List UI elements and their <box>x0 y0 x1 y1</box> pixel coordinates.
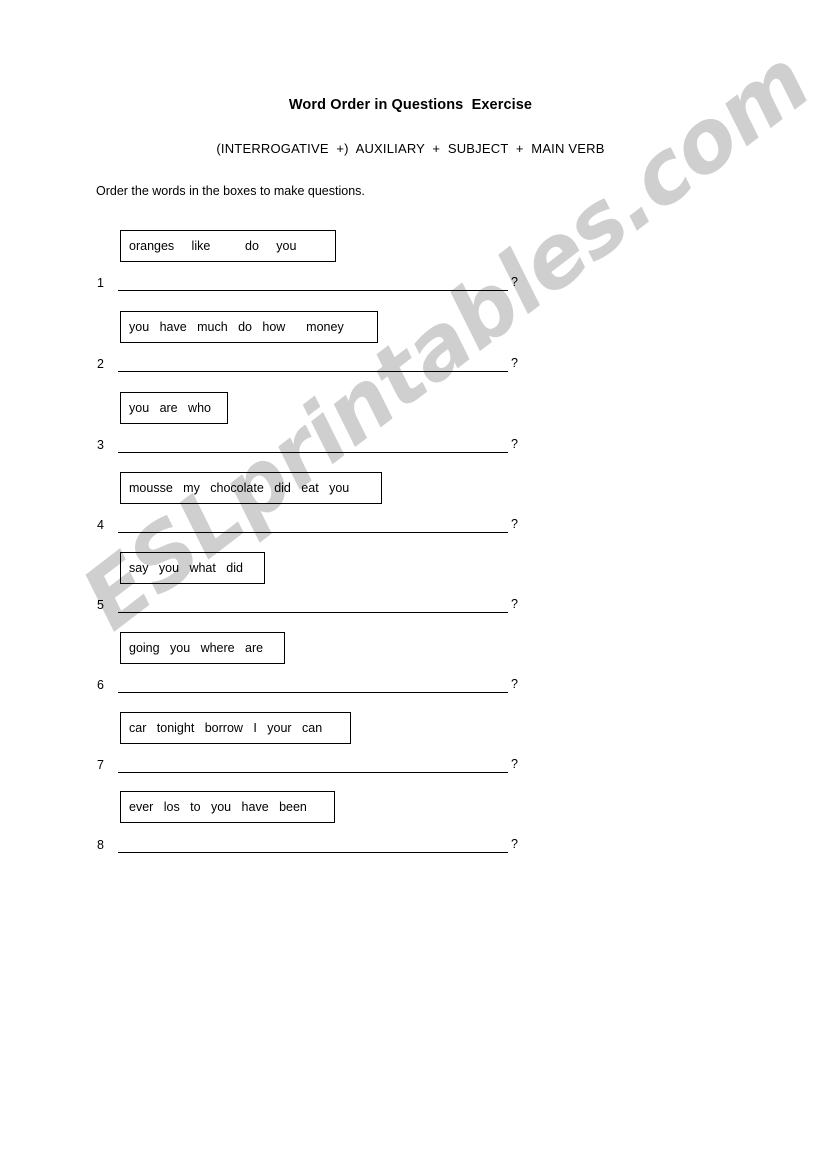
word-box: oranges like do you <box>120 230 336 262</box>
word-box: mousse my chocolate did eat you <box>120 472 382 504</box>
word-box: car tonight borrow I your can <box>120 712 351 744</box>
answer-row: 1? <box>0 275 821 297</box>
formula-subtitle: (INTERROGATIVE +) AUXILIARY + SUBJECT + … <box>216 141 605 156</box>
exercise-number: 1 <box>97 276 104 290</box>
exercise-number: 7 <box>97 758 104 772</box>
answer-row: 6? <box>0 677 821 699</box>
answer-line[interactable] <box>118 532 508 533</box>
answer-row: 2? <box>0 356 821 378</box>
worksheet-page: ESLprintables.com Word Order in Question… <box>0 0 821 1169</box>
answer-line[interactable] <box>118 371 508 372</box>
exercise-number: 6 <box>97 678 104 692</box>
answer-line[interactable] <box>118 290 508 291</box>
exercise-number: 3 <box>97 438 104 452</box>
instruction-text: Order the words in the boxes to make que… <box>96 184 365 198</box>
watermark: ESLprintables.com <box>0 0 821 1169</box>
answer-row: 5? <box>0 597 821 619</box>
answer-line[interactable] <box>118 852 508 853</box>
answer-row: 3? <box>0 437 821 459</box>
exercise-number: 8 <box>97 838 104 852</box>
exercise-number: 4 <box>97 518 104 532</box>
answer-line[interactable] <box>118 612 508 613</box>
question-mark: ? <box>511 757 518 771</box>
answer-row: 4? <box>0 517 821 539</box>
word-box: say you what did <box>120 552 265 584</box>
question-mark: ? <box>511 677 518 691</box>
question-mark: ? <box>511 275 518 289</box>
question-mark: ? <box>511 517 518 531</box>
exercise-number: 5 <box>97 598 104 612</box>
answer-line[interactable] <box>118 772 508 773</box>
word-box: you are who <box>120 392 228 424</box>
answer-row: 8? <box>0 837 821 859</box>
answer-line[interactable] <box>118 452 508 453</box>
answer-line[interactable] <box>118 692 508 693</box>
question-mark: ? <box>511 837 518 851</box>
exercise-number: 2 <box>97 357 104 371</box>
word-box: ever los to you have been <box>120 791 335 823</box>
question-mark: ? <box>511 356 518 370</box>
word-box: going you where are <box>120 632 285 664</box>
question-mark: ? <box>511 597 518 611</box>
answer-row: 7? <box>0 757 821 779</box>
page-title: Word Order in Questions Exercise <box>288 97 533 113</box>
word-box: you have much do how money <box>120 311 378 343</box>
question-mark: ? <box>511 437 518 451</box>
